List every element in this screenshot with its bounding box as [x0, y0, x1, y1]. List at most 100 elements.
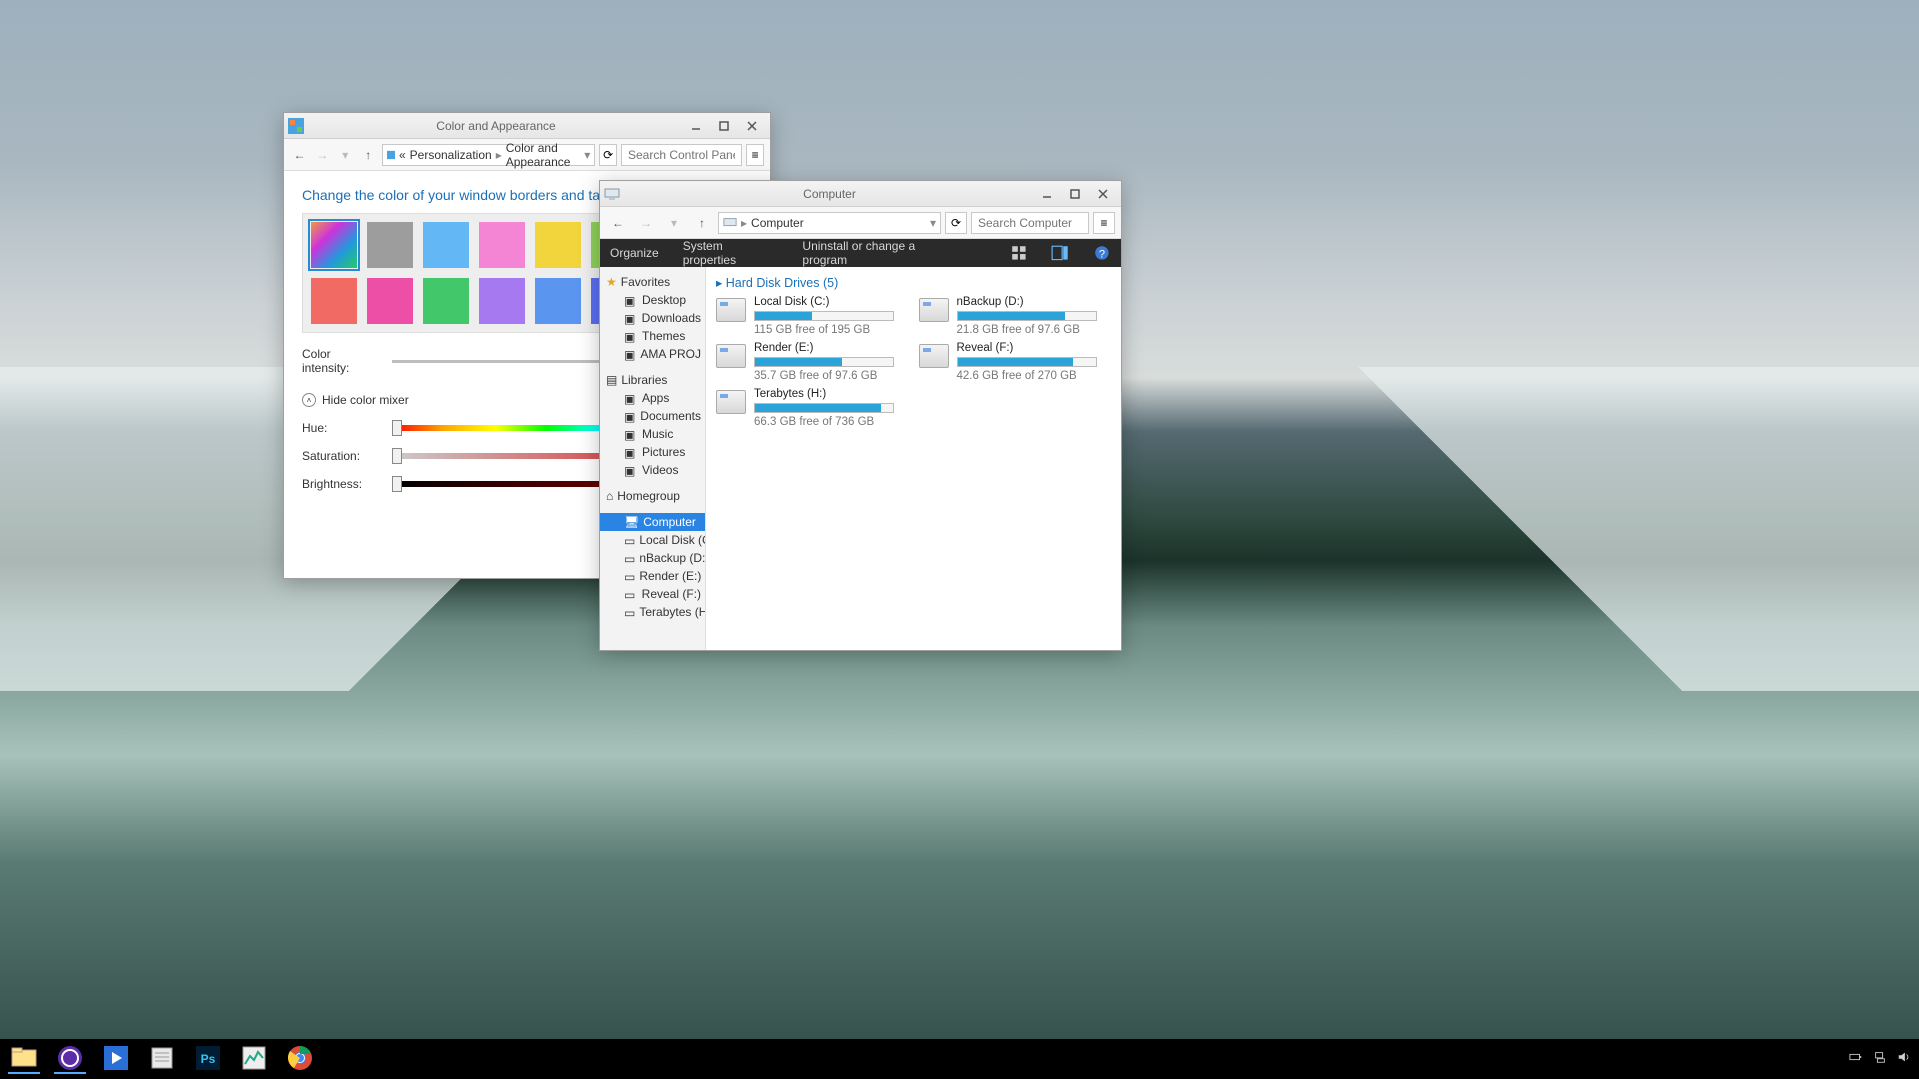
taskbar-app-task-manager[interactable] — [238, 1044, 270, 1074]
nav-item[interactable]: ▣AMA PROJ — [606, 345, 701, 363]
close-button[interactable] — [738, 116, 766, 136]
intensity-label: Color intensity: — [302, 347, 380, 375]
nav-item[interactable]: ▣Downloads — [606, 309, 701, 327]
nav-item[interactable]: ▣Desktop — [606, 291, 701, 309]
nav-computer[interactable]: 🖥Computer — [600, 513, 705, 531]
breadcrumb-box[interactable]: ▸ Computer ▾ — [718, 212, 941, 234]
drives-section-header[interactable]: ▸ Hard Disk Drives (5) — [716, 275, 1111, 290]
refresh-button[interactable]: ⟳ — [599, 144, 617, 166]
color-swatch[interactable] — [535, 222, 581, 268]
drive-icon — [716, 298, 746, 322]
computer-icon — [723, 216, 737, 230]
color-swatch[interactable] — [367, 222, 413, 268]
window-title: Computer — [626, 187, 1033, 201]
taskbar-app-windows-media[interactable] — [100, 1044, 132, 1074]
nav-item[interactable]: ▣Videos — [606, 461, 701, 479]
nav-drive-item[interactable]: ▭nBackup (D:) — [606, 549, 701, 567]
search-input[interactable] — [621, 144, 742, 166]
drive-name: Terabytes (H:) — [754, 388, 894, 400]
breadcrumb-box[interactable]: « Personalization ▸ Color and Appearance… — [382, 144, 596, 166]
color-swatch[interactable] — [423, 278, 469, 324]
color-swatch[interactable] — [479, 222, 525, 268]
minimize-button[interactable] — [682, 116, 710, 136]
system-properties-button[interactable]: System properties — [683, 239, 779, 267]
uninstall-program-button[interactable]: Uninstall or change a program — [802, 239, 961, 267]
chevron-right-icon: ▸ — [496, 148, 502, 162]
search-input[interactable] — [971, 212, 1089, 234]
nav-item[interactable]: ▣Themes — [606, 327, 701, 345]
nav-drive-item[interactable]: ▭Render (E:) — [606, 567, 701, 585]
breadcrumb-item[interactable]: Personalization — [410, 148, 492, 162]
minimize-button[interactable] — [1033, 184, 1061, 204]
maximize-button[interactable] — [710, 116, 738, 136]
taskbar-app-explorer[interactable] — [8, 1044, 40, 1074]
refresh-button[interactable]: ⟳ — [945, 212, 967, 234]
taskbar-app-bittorrent[interactable] — [54, 1044, 86, 1074]
drive-free-text: 21.8 GB free of 97.6 GB — [957, 324, 1097, 336]
maximize-button[interactable] — [1061, 184, 1089, 204]
preview-pane-button[interactable] — [1051, 244, 1069, 262]
drive-usage-bar — [754, 311, 894, 321]
color-swatch[interactable] — [311, 222, 357, 268]
organize-menu[interactable]: Organize — [610, 246, 659, 260]
color-swatch[interactable] — [311, 278, 357, 324]
libraries-header[interactable]: ▤Libraries — [606, 371, 701, 389]
nav-drive-item[interactable]: ▭Local Disk (C:) — [606, 531, 701, 549]
folder-icon: ▣ — [624, 312, 638, 324]
titlebar[interactable]: Computer — [600, 181, 1121, 207]
up-button[interactable]: ↑ — [359, 143, 378, 167]
brightness-label: Brightness: — [302, 477, 380, 491]
chevron-down-icon[interactable]: ▾ — [930, 216, 936, 230]
network-icon[interactable] — [1873, 1050, 1887, 1069]
drive-tile[interactable]: nBackup (D:)21.8 GB free of 97.6 GB — [919, 296, 1112, 336]
svg-text:?: ? — [1099, 248, 1105, 260]
color-swatch[interactable] — [367, 278, 413, 324]
options-button[interactable]: ≡ — [1093, 212, 1115, 234]
taskbar-app-chrome[interactable] — [284, 1044, 316, 1074]
drive-tile[interactable]: Terabytes (H:)66.3 GB free of 736 GB — [716, 388, 909, 428]
taskbar-app-photoshop[interactable]: Ps — [192, 1044, 224, 1074]
color-swatch[interactable] — [423, 222, 469, 268]
folder-icon: ▣ — [624, 330, 638, 342]
homegroup-header[interactable]: ⌂Homegroup — [606, 487, 701, 505]
options-button[interactable]: ≡ — [746, 144, 764, 166]
drive-tile[interactable]: Render (E:)35.7 GB free of 97.6 GB — [716, 342, 909, 382]
breadcrumb-item[interactable]: Computer — [751, 216, 804, 230]
close-button[interactable] — [1089, 184, 1117, 204]
computer-icon: 🖥 — [624, 515, 639, 529]
window-title: Color and Appearance — [310, 119, 682, 133]
nav-item[interactable]: ▣Apps — [606, 389, 701, 407]
svg-text:Ps: Ps — [201, 1052, 216, 1066]
drive-tile[interactable]: Reveal (F:)42.6 GB free of 270 GB — [919, 342, 1112, 382]
help-button[interactable]: ? — [1093, 244, 1111, 262]
drive-tile[interactable]: Local Disk (C:)115 GB free of 195 GB — [716, 296, 909, 336]
forward-button[interactable]: → — [313, 143, 332, 167]
up-button[interactable]: ↑ — [690, 211, 714, 235]
forward-button[interactable]: → — [634, 211, 658, 235]
view-button[interactable] — [1010, 244, 1028, 262]
chevron-down-icon[interactable]: ▾ — [584, 148, 590, 162]
breadcrumb-prefix: « — [399, 148, 406, 162]
titlebar[interactable]: Color and Appearance — [284, 113, 770, 139]
drive-name: Render (E:) — [754, 342, 894, 354]
nav-item[interactable]: ▣Pictures — [606, 443, 701, 461]
favorites-header[interactable]: ★Favorites — [606, 273, 701, 291]
recent-button[interactable]: ▾ — [662, 211, 686, 235]
mixer-toggle-label: Hide color mixer — [322, 393, 409, 407]
recent-button[interactable]: ▾ — [336, 143, 355, 167]
folder-icon: ▣ — [624, 410, 636, 422]
back-button[interactable]: ← — [290, 143, 309, 167]
nav-item[interactable]: ▣Documents — [606, 407, 701, 425]
nav-item[interactable]: ▣Music — [606, 425, 701, 443]
nav-drive-item[interactable]: ▭Reveal (F:) — [606, 585, 701, 603]
breadcrumb-item[interactable]: Color and Appearance — [506, 141, 576, 169]
folder-icon: ▣ — [624, 446, 638, 458]
color-swatch[interactable] — [479, 278, 525, 324]
back-button[interactable]: ← — [606, 211, 630, 235]
drive-free-text: 42.6 GB free of 270 GB — [957, 370, 1097, 382]
nav-drive-item[interactable]: ▭Terabytes (H:) — [606, 603, 701, 621]
taskbar-app-notepad[interactable] — [146, 1044, 178, 1074]
battery-icon[interactable] — [1849, 1050, 1863, 1069]
color-swatch[interactable] — [535, 278, 581, 324]
volume-icon[interactable] — [1897, 1050, 1911, 1069]
